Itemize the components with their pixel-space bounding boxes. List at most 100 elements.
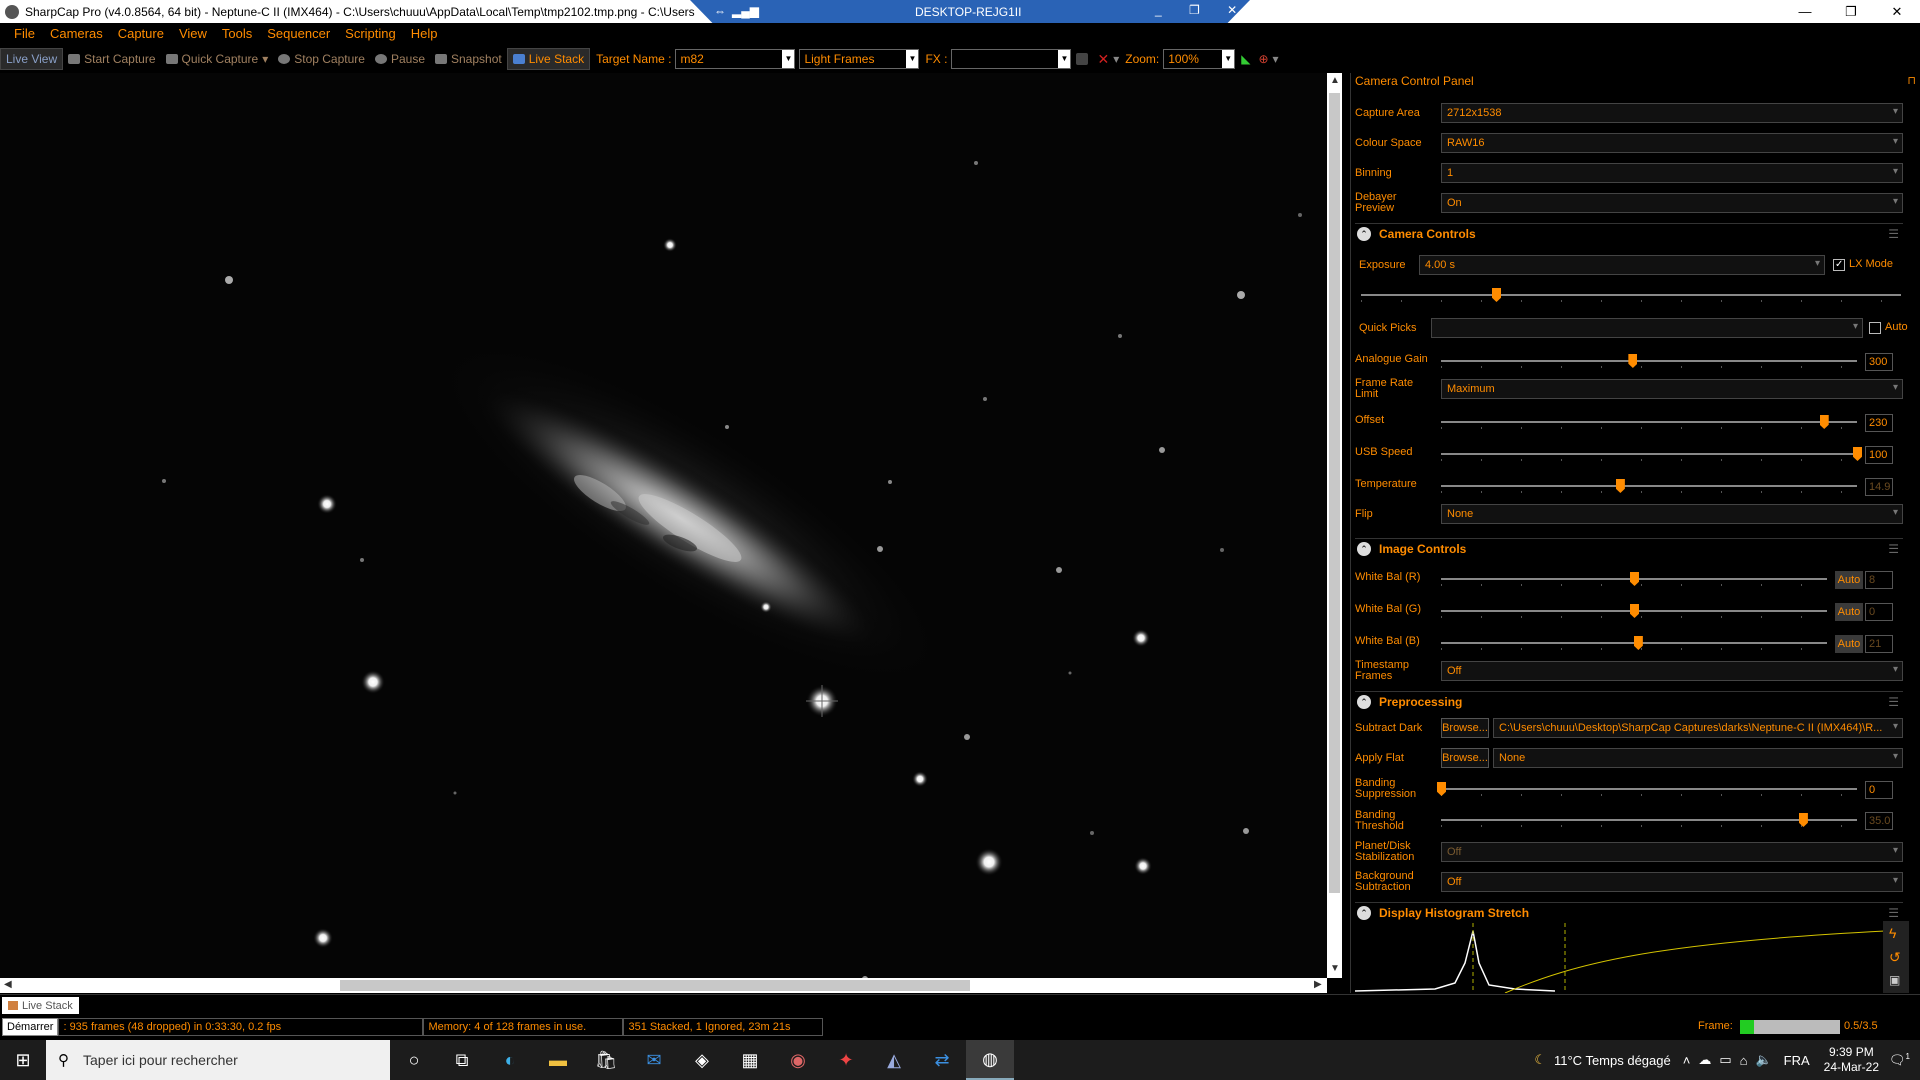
- task-view-icon[interactable]: ⧉: [438, 1040, 486, 1080]
- zoom-select[interactable]: 100% ▼: [1163, 49, 1236, 69]
- apply-flat-browse-button[interactable]: Browse...: [1441, 748, 1489, 768]
- dropdown-arrow-icon[interactable]: ▼: [782, 50, 795, 68]
- dropdown-arrow-icon[interactable]: ▾: [1273, 52, 1279, 66]
- close-button[interactable]: ✕: [1874, 0, 1920, 23]
- menu-scripting[interactable]: Scripting: [345, 26, 396, 41]
- dropdown-arrow-icon[interactable]: ▼: [906, 50, 919, 68]
- capture-area-select[interactable]: 2712x1538: [1441, 103, 1903, 123]
- menu-icon[interactable]: ☰: [1888, 227, 1899, 241]
- timestamp-select[interactable]: Off: [1441, 661, 1903, 681]
- flip-select[interactable]: None: [1441, 504, 1903, 524]
- edge-icon[interactable]: ◐: [486, 1040, 534, 1080]
- offset-slider[interactable]: [1441, 415, 1857, 429]
- banding-threshold-slider[interactable]: [1441, 813, 1857, 827]
- collapse-icon[interactable]: ⌃: [1357, 541, 1371, 556]
- wb-red-value[interactable]: 8: [1865, 571, 1893, 589]
- target-name-input[interactable]: m82 ▼: [675, 49, 796, 69]
- reticle-icon[interactable]: [1071, 48, 1093, 70]
- color-app-icon[interactable]: ◉: [774, 1040, 822, 1080]
- app-icon[interactable]: ◈: [678, 1040, 726, 1080]
- monitor-icon[interactable]: ▭: [1719, 1052, 1731, 1068]
- gain-slider[interactable]: [1441, 354, 1857, 368]
- subtract-dark-browse-button[interactable]: Browse...: [1441, 718, 1489, 738]
- dropdown-arrow-icon[interactable]: ▾: [1113, 52, 1119, 66]
- banding-suppression-value[interactable]: 0: [1865, 781, 1893, 799]
- weather-icon[interactable]: ☾: [1534, 1052, 1546, 1068]
- banding-threshold-value[interactable]: 35.0: [1865, 812, 1893, 830]
- wb-red-slider[interactable]: [1441, 572, 1827, 586]
- cloud-icon[interactable]: ☁: [1698, 1052, 1711, 1068]
- taskbar-search[interactable]: ⚲ Taper ici pour rechercher: [46, 1040, 390, 1080]
- snapshot-button[interactable]: Snapshot: [430, 48, 507, 70]
- gain-value[interactable]: 300: [1865, 353, 1893, 371]
- pin-icon[interactable]: ⊓: [1907, 74, 1916, 87]
- exposure-input[interactable]: 4.00 s: [1419, 255, 1825, 275]
- remote-desktop-bar[interactable]: ⇔ ▂▄▆ DESKTOP-REJG1II _ ❐ ✕: [690, 0, 1250, 23]
- pin-icon[interactable]: ⇔: [714, 4, 726, 18]
- wb-green-slider[interactable]: [1441, 604, 1827, 618]
- vertical-scroll-thumb[interactable]: [1329, 93, 1340, 893]
- dropdown-arrow-icon[interactable]: ▼: [1058, 50, 1071, 68]
- wb-blue-slider[interactable]: [1441, 636, 1827, 650]
- weather-text[interactable]: 11°C Temps dégagé: [1554, 1053, 1671, 1068]
- wb-blue-auto-button[interactable]: Auto: [1835, 635, 1863, 653]
- collapse-icon[interactable]: ⌃: [1357, 694, 1371, 709]
- menu-help[interactable]: Help: [411, 26, 438, 41]
- live-view-button[interactable]: Live View: [0, 48, 64, 70]
- scroll-up-icon[interactable]: ▲: [1330, 75, 1340, 86]
- vertical-scrollbar[interactable]: ▲ ▼: [1327, 73, 1342, 978]
- store-icon[interactable]: 🛍: [582, 1040, 630, 1080]
- wb-green-auto-button[interactable]: Auto: [1835, 603, 1863, 621]
- maximize-button[interactable]: ❐: [1828, 0, 1874, 23]
- image-controls-header[interactable]: ⌃ Image Controls ☰: [1355, 538, 1903, 558]
- menu-tools[interactable]: Tools: [222, 26, 252, 41]
- image-viewport[interactable]: [0, 73, 1327, 978]
- tool-icon[interactable]: ✦: [822, 1040, 870, 1080]
- horizontal-scroll-thumb[interactable]: [340, 980, 970, 991]
- frame-rate-select[interactable]: Maximum: [1441, 379, 1903, 399]
- horizontal-scrollbar[interactable]: ◀ ▶: [0, 978, 1327, 993]
- scroll-down-icon[interactable]: ▼: [1330, 963, 1340, 974]
- start-button[interactable]: Démarrer: [2, 1018, 59, 1036]
- chevron-up-icon[interactable]: ˄: [1683, 1053, 1691, 1068]
- quick-capture-button[interactable]: Quick Capture ▾: [161, 48, 274, 70]
- menu-icon[interactable]: ☰: [1888, 906, 1899, 920]
- histogram-header[interactable]: ⌃ Display Histogram Stretch ☰: [1355, 902, 1903, 922]
- menu-file[interactable]: File: [14, 26, 35, 41]
- background-subtraction-select[interactable]: Off: [1441, 872, 1903, 892]
- menu-sequencer[interactable]: Sequencer: [267, 26, 330, 41]
- scroll-right-icon[interactable]: ▶: [1314, 979, 1322, 990]
- collapse-icon[interactable]: ⌃: [1357, 226, 1371, 241]
- language-indicator[interactable]: FRA: [1784, 1053, 1810, 1068]
- stop-capture-button[interactable]: Stop Capture: [273, 48, 370, 70]
- offset-value[interactable]: 230: [1865, 414, 1893, 432]
- pause-button[interactable]: Pause: [370, 48, 430, 70]
- menu-view[interactable]: View: [179, 26, 207, 41]
- teamviewer-icon[interactable]: ⇄: [918, 1040, 966, 1080]
- live-stack-tab[interactable]: Live Stack: [2, 997, 79, 1014]
- menu-cameras[interactable]: Cameras: [50, 26, 103, 41]
- wb-red-auto-button[interactable]: Auto: [1835, 571, 1863, 589]
- sharpcap-taskbar-icon[interactable]: ◍: [966, 1040, 1014, 1080]
- collapse-icon[interactable]: ⌃: [1357, 905, 1371, 920]
- histogram-toggle-icon[interactable]: ◣: [1241, 52, 1250, 66]
- calculator-icon[interactable]: ▦: [726, 1040, 774, 1080]
- start-capture-button[interactable]: Start Capture: [63, 48, 160, 70]
- windows-start-icon[interactable]: ⊞: [0, 1040, 46, 1080]
- lx-mode-checkbox[interactable]: [1833, 259, 1845, 271]
- menu-icon[interactable]: ☰: [1888, 695, 1899, 709]
- dropdown-arrow-icon[interactable]: ▼: [1222, 50, 1235, 68]
- debayer-select[interactable]: On: [1441, 193, 1903, 213]
- lightning-icon[interactable]: ϟ: [1889, 925, 1896, 941]
- menu-icon[interactable]: ☰: [1888, 542, 1899, 556]
- clock[interactable]: 9:39 PM 24-Mar-22: [1824, 1045, 1879, 1075]
- usb-speed-slider[interactable]: [1441, 447, 1862, 461]
- dropdown-arrow-icon[interactable]: ▾: [262, 52, 268, 66]
- cortana-icon[interactable]: ○: [390, 1040, 438, 1080]
- reset-icon[interactable]: ↺: [1889, 949, 1901, 966]
- wb-green-value[interactable]: 0: [1865, 603, 1893, 621]
- network-icon[interactable]: ⌂: [1740, 1053, 1748, 1068]
- remote-desktop-buttons[interactable]: _ ❐ ✕: [1155, 3, 1249, 17]
- wb-blue-value[interactable]: 21: [1865, 635, 1893, 653]
- menu-capture[interactable]: Capture: [118, 26, 164, 41]
